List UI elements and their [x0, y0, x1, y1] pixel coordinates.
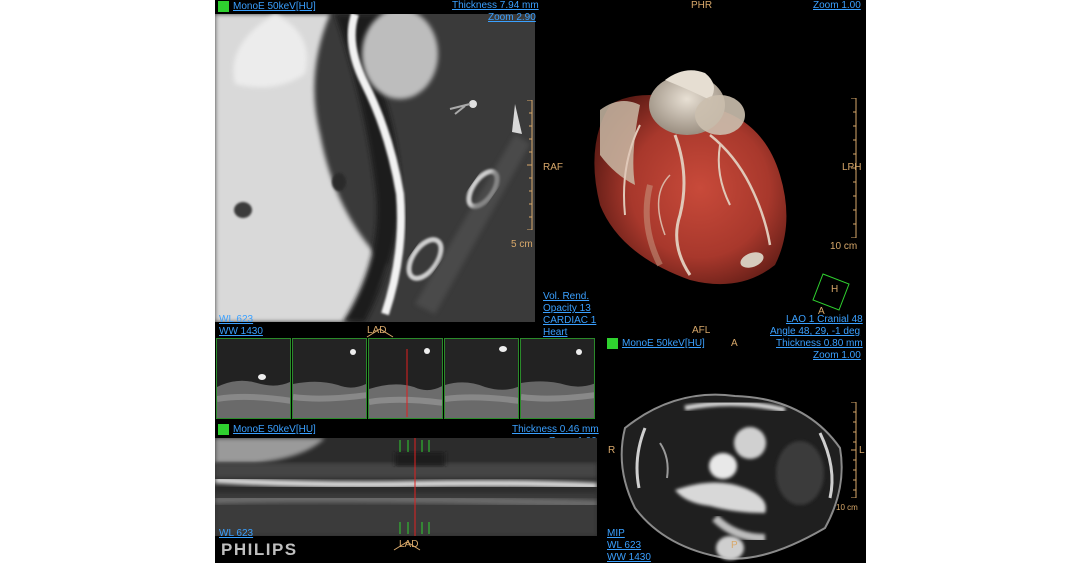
series-marker: [218, 1, 229, 12]
vessel-label: LAD: [399, 539, 419, 550]
window-width[interactable]: WW 1430: [607, 552, 651, 563]
orientation-left: R: [608, 445, 616, 456]
cross-section-1-image: [217, 339, 290, 418]
curved-mpr-image[interactable]: [215, 14, 535, 322]
cross-section-2[interactable]: [292, 338, 367, 419]
scale-label: 10 cm: [836, 503, 858, 512]
ct-viewer: MonoE 50keV[HU] Thickness 7.94 mm Zoom 2…: [215, 0, 866, 563]
render-mode[interactable]: Vol. Rend.: [543, 291, 589, 302]
cross-section-5[interactable]: [520, 338, 595, 419]
cross-section-4-image: [445, 339, 518, 418]
series-marker: [607, 338, 618, 349]
scale-label: 5 cm: [511, 239, 533, 250]
orientation-bottom: P: [731, 540, 738, 551]
zoom-readout[interactable]: Zoom 1.00: [813, 0, 861, 11]
view-angle-label[interactable]: LAO 1 Cranial 48: [786, 314, 863, 325]
zoom-readout[interactable]: Zoom 1.00: [813, 350, 861, 361]
cross-section-4[interactable]: [444, 338, 519, 419]
distance-ruler: [851, 402, 857, 498]
axial-mip-image[interactable]: [615, 388, 850, 563]
preset-label[interactable]: CARDIAC 1: [543, 315, 596, 326]
render-mode[interactable]: MIP: [607, 528, 625, 539]
distance-ruler: [851, 98, 857, 238]
series-label[interactable]: MonoE 50keV[HU]: [233, 1, 316, 12]
scale-label: 10 cm: [830, 241, 858, 252]
series-label[interactable]: MonoE 50keV[HU]: [622, 338, 705, 349]
opacity-readout[interactable]: Opacity 13: [543, 303, 591, 314]
window-level[interactable]: WL 623: [607, 540, 641, 551]
vessel-label: LAD: [367, 325, 387, 336]
zoom-readout[interactable]: Zoom 2.90: [488, 12, 536, 23]
series-label[interactable]: MonoE 50keV[HU]: [233, 424, 316, 435]
window-level[interactable]: WL 623: [219, 528, 253, 539]
straightened-mpr-image[interactable]: [215, 438, 597, 536]
thickness-readout[interactable]: Thickness 0.46 mm: [512, 424, 599, 435]
series-marker: [218, 424, 229, 435]
orientation-left: RAF: [543, 162, 563, 173]
cross-section-3-current[interactable]: [368, 338, 443, 419]
cross-section-1[interactable]: [216, 338, 291, 419]
cross-section-2-image: [293, 339, 366, 418]
target-label[interactable]: Heart: [543, 327, 567, 338]
distance-ruler: [527, 100, 533, 230]
volume-rendering-image[interactable]: [580, 65, 795, 293]
thickness-readout[interactable]: Thickness 7.94 mm: [452, 0, 539, 11]
cube-label-h: H: [831, 284, 839, 295]
cross-section-3-image: [369, 339, 442, 418]
window-level[interactable]: WL 623: [219, 314, 253, 325]
philips-logo: PHILIPS: [221, 540, 298, 559]
cross-section-5-image: [521, 339, 594, 418]
orientation-top: A: [731, 338, 738, 349]
orientation-top: PHR: [691, 0, 713, 11]
angle-readout[interactable]: Angle 48, 29, -1 deg: [770, 326, 860, 337]
window-width[interactable]: WW 1430: [219, 326, 263, 337]
orientation-bottom: AFL: [692, 325, 711, 336]
thickness-readout[interactable]: Thickness 0.80 mm: [776, 338, 863, 349]
